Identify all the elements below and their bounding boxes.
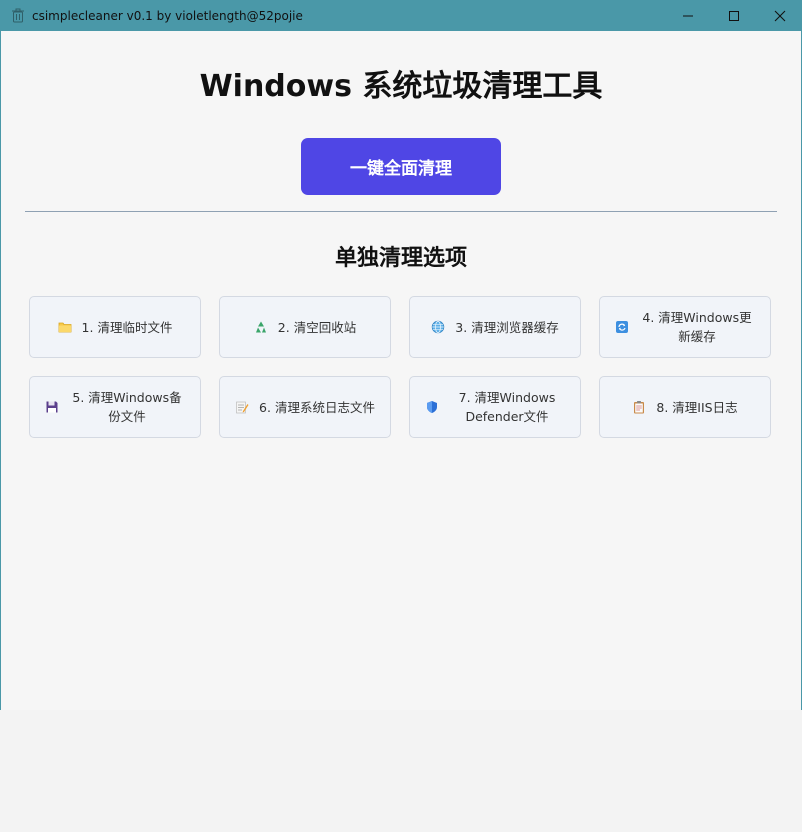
divider [25, 211, 777, 212]
close-button[interactable] [757, 0, 802, 31]
clean-system-logs-button[interactable]: 6. 清理系统日志文件 [219, 376, 391, 438]
clipboard-icon [632, 400, 646, 414]
update-icon [615, 320, 629, 334]
clean-temp-files-button[interactable]: 1. 清理临时文件 [29, 296, 201, 358]
option-label: 1. 清理临时文件 [81, 319, 173, 335]
option-label: 3. 清理浏览器缓存 [455, 319, 559, 335]
section-title: 单独清理选项 [334, 246, 467, 271]
clean-windows-defender-button[interactable]: 7. 清理Windows Defender文件 [409, 376, 581, 438]
recycle-icon [254, 320, 268, 334]
page-title: Windows 系统垃圾清理工具 [199, 69, 603, 104]
maximize-button[interactable] [711, 0, 757, 31]
app-window: csimplecleaner v0.1 by violetlength@52po… [0, 0, 802, 710]
window-title: csimplecleaner v0.1 by violetlength@52po… [32, 8, 303, 23]
option-label: 4. 清理Windows更新缓存 [642, 310, 752, 344]
main-content: Windows 系统垃圾清理工具 一键全面清理 单独清理选项 1. 清理临时文件 [1, 31, 801, 710]
trash-bin-icon [10, 8, 26, 24]
clean-iis-logs-button[interactable]: 8. 清理IIS日志 [599, 376, 771, 438]
clean-windows-update-cache-button[interactable]: 4. 清理Windows更新缓存 [599, 296, 771, 358]
globe-icon [431, 320, 445, 334]
option-label: 5. 清理Windows备份文件 [72, 390, 182, 424]
option-label: 2. 清空回收站 [277, 319, 357, 335]
window-controls [665, 0, 802, 31]
option-label: 6. 清理系统日志文件 [259, 399, 375, 415]
shield-icon [425, 400, 439, 414]
minimize-icon [683, 15, 693, 16]
clean-windows-backup-button[interactable]: 5. 清理Windows备份文件 [29, 376, 201, 438]
title-bar[interactable]: csimplecleaner v0.1 by violetlength@52po… [1, 0, 802, 31]
option-label: 7. 清理Windows Defender文件 [458, 390, 556, 424]
memo-icon [235, 400, 249, 414]
close-icon [774, 10, 786, 21]
empty-recycle-bin-button[interactable]: 2. 清空回收站 [219, 296, 391, 358]
floppy-disk-icon [45, 400, 59, 414]
minimize-button[interactable] [665, 0, 711, 31]
clean-browser-cache-button[interactable]: 3. 清理浏览器缓存 [409, 296, 581, 358]
folder-icon [58, 320, 72, 334]
option-label: 8. 清理IIS日志 [656, 399, 738, 415]
clean-all-button[interactable]: 一键全面清理 [301, 138, 501, 195]
maximize-icon [729, 10, 739, 21]
